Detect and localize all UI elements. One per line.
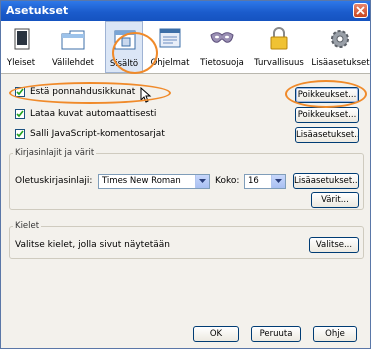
tab-privacy[interactable]: Tietosuoja xyxy=(197,21,247,73)
default-font-value: Times New Roman xyxy=(102,176,181,186)
tab-label: Lisäasetukset xyxy=(311,58,370,68)
tab-label: Turvallisuus xyxy=(254,58,304,68)
languages-group-title: Kielet xyxy=(13,221,42,231)
tab-label: Yleiset xyxy=(6,58,36,68)
content-tab-highlight xyxy=(112,32,158,74)
cancel-button[interactable]: Peruuta xyxy=(251,326,301,342)
colors-button[interactable]: Värit... xyxy=(311,192,359,208)
help-button[interactable]: Ohje xyxy=(313,326,357,342)
exceptions-button-highlight xyxy=(285,80,367,108)
chevron-down-icon xyxy=(275,179,282,183)
tabs-icon xyxy=(61,30,85,50)
load-images-label: Lataa kuvat automaattisesti xyxy=(30,109,157,119)
tab-general[interactable]: Yleiset xyxy=(1,21,41,73)
tab-advanced[interactable]: Lisäasetukset xyxy=(311,21,370,73)
load-images-checkbox-row[interactable]: Lataa kuvat automaattisesti xyxy=(15,109,156,119)
block-popups-highlight xyxy=(9,82,171,104)
checkmark-icon xyxy=(16,110,24,118)
fonts-group-title: Kirjasinlajit ja värit xyxy=(13,148,97,158)
title-bar[interactable]: Asetukset xyxy=(1,1,370,21)
checkmark-icon xyxy=(16,130,24,138)
dropdown-arrow[interactable] xyxy=(195,175,209,188)
tab-label: Tietosuoja xyxy=(200,58,244,68)
options-window: Asetukset Yleiset Välilehdet Sisältö Ohj… xyxy=(0,0,371,349)
tab-label: Välilehdet xyxy=(51,58,95,68)
choose-languages-button[interactable]: Valitse... xyxy=(309,237,359,253)
ok-button[interactable]: OK xyxy=(193,326,239,342)
dropdown-arrow[interactable] xyxy=(271,175,285,188)
font-advanced-button[interactable]: Lisäasetukset... xyxy=(293,173,359,189)
javascript-checkbox[interactable] xyxy=(15,129,25,139)
font-size-select[interactable]: 16 xyxy=(244,174,286,189)
font-size-label: Koko: xyxy=(215,176,240,186)
javascript-advanced-button[interactable]: Lisäasetukset... xyxy=(295,127,359,143)
window-title: Asetukset xyxy=(6,4,69,17)
applications-icon xyxy=(159,28,181,48)
default-font-select[interactable]: Times New Roman xyxy=(98,174,210,189)
general-icon xyxy=(14,28,30,50)
image-exceptions-button[interactable]: Poikkeukset... xyxy=(295,107,359,123)
close-button[interactable] xyxy=(353,3,368,18)
options-toolbar: Yleiset Välilehdet Sisältö Ohjelmat Tiet… xyxy=(1,21,370,74)
load-images-checkbox[interactable] xyxy=(15,109,25,119)
javascript-label: Salli JavaScript-komentosarjat xyxy=(30,129,165,139)
default-font-label: Oletuskirjasinlaji: xyxy=(15,176,93,186)
font-size-value: 16 xyxy=(248,176,259,186)
tab-security[interactable]: Turvallisuus xyxy=(251,21,307,73)
close-icon xyxy=(356,6,365,15)
privacy-mask-icon xyxy=(210,32,234,43)
javascript-checkbox-row[interactable]: Salli JavaScript-komentosarjat xyxy=(15,129,165,139)
tab-tabs[interactable]: Välilehdet xyxy=(45,21,101,73)
gear-icon xyxy=(331,30,349,48)
padlock-icon xyxy=(270,27,288,50)
chevron-down-icon xyxy=(199,179,206,183)
languages-description: Valitse kielet, jolla sivut näytetään xyxy=(15,240,170,250)
